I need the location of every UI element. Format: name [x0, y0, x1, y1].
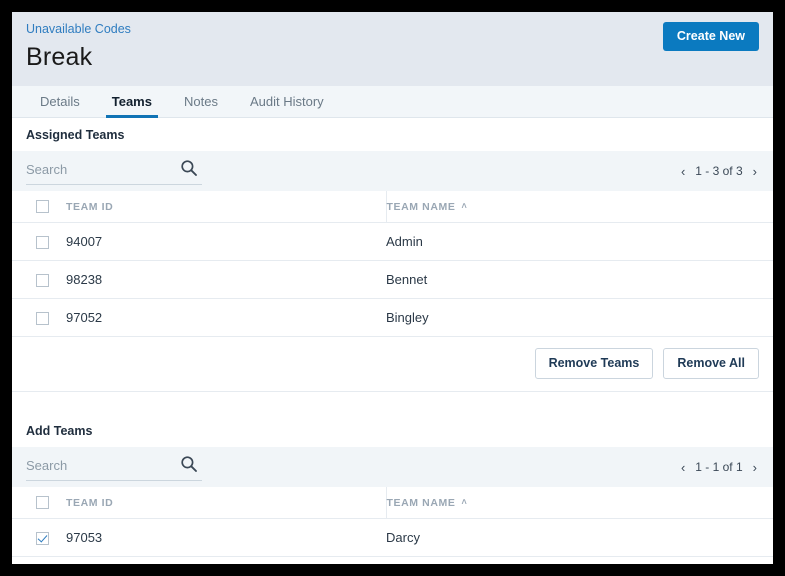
page-title: Break	[26, 43, 93, 71]
assigned-row-2-check-cell	[12, 298, 66, 338]
assigned-next-page-icon[interactable]: ›	[751, 164, 759, 179]
add-teams-section-title: Add Teams	[12, 414, 773, 448]
assigned-col-team-id[interactable]: TEAM ID	[66, 191, 387, 223]
window-frame: Unavailable Codes Break Create New Detai…	[0, 0, 785, 576]
add-col-team-name-label: TEAM NAME	[386, 496, 456, 509]
assigned-row-2-team-id: 97052	[66, 298, 386, 338]
assigned-teams-section-title: Assigned Teams	[12, 118, 773, 151]
assigned-row-1-check-cell	[12, 260, 66, 300]
tab-notes-label: Notes	[183, 94, 218, 109]
remove-teams-button[interactable]: Remove Teams	[534, 348, 654, 380]
search-icon[interactable]	[180, 159, 198, 177]
tab-details-label: Details	[40, 94, 80, 109]
table-row[interactable]: 97053 Darcy	[12, 518, 773, 558]
add-row-0-checkbox[interactable]	[36, 532, 49, 546]
add-row-0-team-id: 97053	[66, 518, 386, 558]
create-new-button[interactable]: Create New	[662, 22, 759, 51]
add-col-team-name[interactable]: TEAM NAME ˄	[386, 487, 773, 520]
tab-teams[interactable]: Teams	[96, 86, 168, 118]
add-teams-toolbar: ‹ 1 - 1 of 1 ›	[12, 447, 773, 488]
breadcrumb-unavailable-codes[interactable]: Unavailable Codes	[26, 21, 131, 37]
assigned-pagination: ‹ 1 - 3 of 3 ›	[679, 151, 759, 191]
assigned-row-0-team-name: Admin	[386, 222, 773, 262]
remove-all-button[interactable]: Remove All	[663, 348, 759, 380]
assigned-row-2-team-name: Bingley	[386, 298, 773, 338]
assigned-select-all-cell	[12, 191, 66, 223]
section-spacer	[12, 392, 773, 415]
add-row-0-check-cell	[12, 518, 66, 558]
sort-asc-icon: ˄	[461, 496, 468, 507]
assigned-row-1-checkbox[interactable]	[36, 274, 49, 288]
tab-teams-label: Teams	[111, 94, 152, 109]
assigned-row-1-team-name: Bennet	[386, 260, 773, 300]
page-header: Unavailable Codes Break Create New	[12, 12, 773, 86]
add-next-page-icon[interactable]: ›	[751, 460, 759, 475]
table-row[interactable]: 94007 Admin	[12, 222, 773, 262]
add-pager-label: 1 - 1 of 1	[695, 460, 743, 475]
app-content: Unavailable Codes Break Create New Detai…	[12, 12, 773, 564]
assigned-teams-actions: Remove Teams Remove All	[12, 337, 773, 392]
add-select-all-checkbox[interactable]	[36, 496, 49, 510]
tab-audit-history-label: Audit History	[249, 94, 324, 109]
add-teams-table: TEAM ID TEAM NAME ˄ 97053 Darcy	[12, 487, 773, 558]
assigned-row-0-team-id: 94007	[66, 222, 386, 262]
assigned-col-team-name-label: TEAM NAME	[386, 200, 456, 213]
assigned-row-0-check-cell	[12, 222, 66, 262]
add-prev-page-icon[interactable]: ‹	[679, 460, 687, 475]
assigned-teams-toolbar: ‹ 1 - 3 of 3 ›	[12, 151, 773, 191]
add-search-wrap	[26, 453, 202, 482]
add-pagination: ‹ 1 - 1 of 1 ›	[679, 447, 759, 487]
tab-audit-history[interactable]: Audit History	[234, 86, 340, 117]
table-header-row: TEAM ID TEAM NAME ˄	[12, 487, 773, 520]
table-row[interactable]: 97052 Bingley	[12, 298, 773, 338]
assigned-row-1-team-id: 98238	[66, 260, 386, 300]
add-search-input[interactable]	[26, 458, 156, 476]
assigned-row-0-checkbox[interactable]	[36, 236, 49, 250]
assigned-search-input[interactable]	[26, 162, 156, 179]
add-select-all-cell	[12, 487, 66, 520]
assigned-prev-page-icon[interactable]: ‹	[679, 164, 687, 179]
tab-details[interactable]: Details	[26, 86, 96, 117]
assigned-pager-label: 1 - 3 of 3	[695, 164, 743, 178]
assigned-row-2-checkbox[interactable]	[36, 312, 49, 326]
search-icon[interactable]	[180, 455, 198, 473]
tab-notes[interactable]: Notes	[168, 86, 234, 117]
assigned-select-all-checkbox[interactable]	[36, 200, 49, 213]
sort-asc-icon: ˄	[461, 200, 468, 211]
add-teams-actions: Add Teams Add All	[12, 557, 773, 564]
table-row[interactable]: 98238 Bennet	[12, 260, 773, 300]
add-col-team-id[interactable]: TEAM ID	[66, 487, 387, 520]
table-header-row: TEAM ID TEAM NAME ˄	[12, 191, 773, 223]
assigned-col-team-name[interactable]: TEAM NAME ˄	[386, 191, 773, 223]
tab-bar: Details Teams Notes Audit History	[12, 86, 773, 118]
assigned-teams-table: TEAM ID TEAM NAME ˄ 94007 Admin 98238 Be…	[12, 191, 773, 338]
add-row-0-team-name: Darcy	[386, 518, 773, 558]
assigned-search-wrap	[26, 157, 202, 185]
